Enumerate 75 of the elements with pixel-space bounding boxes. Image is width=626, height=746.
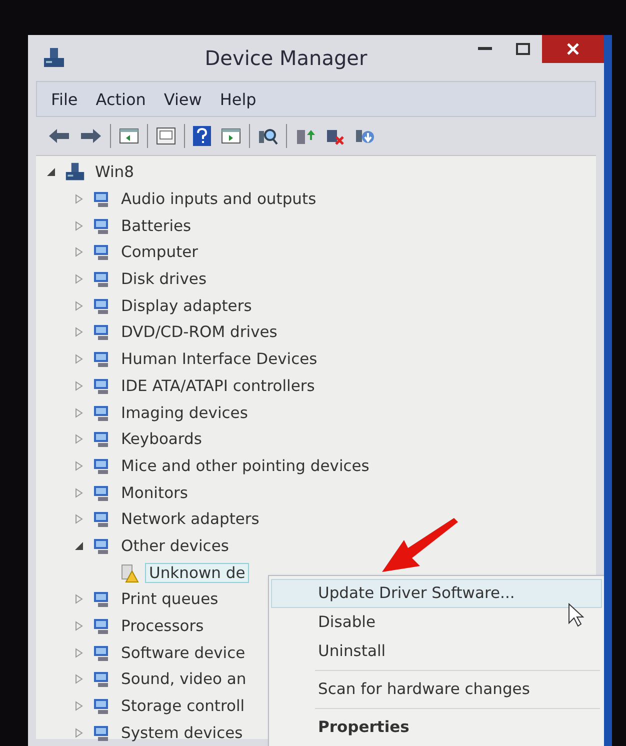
- tree-item[interactable]: Unknown de: [145, 562, 250, 583]
- tree-item[interactable]: Storage controll: [117, 696, 249, 716]
- device-arrow-icon: [295, 127, 315, 145]
- magnifier-icon: [258, 127, 278, 145]
- window-title: Device Manager: [204, 46, 368, 70]
- tree-item[interactable]: Monitors: [117, 482, 192, 503]
- properties-button[interactable]: [154, 125, 178, 147]
- tree-item[interactable]: Win8: [91, 162, 138, 182]
- collapsed-arrow-icon[interactable]: [75, 220, 83, 231]
- collapsed-arrow-icon[interactable]: [75, 728, 83, 738]
- menu-item[interactable]: File: [45, 90, 84, 108]
- tree-item[interactable]: Imaging devices: [117, 402, 252, 423]
- tree-item[interactable]: System devices: [117, 722, 247, 743]
- collapsed-arrow-icon[interactable]: [75, 380, 83, 391]
- context-menu-item[interactable]: Update Driver Software...: [271, 579, 602, 608]
- collapsed-arrow-icon[interactable]: [75, 460, 83, 471]
- menu-item[interactable]: Help: [214, 90, 262, 108]
- tree-item[interactable]: Keyboards: [117, 429, 206, 450]
- tree-item[interactable]: DVD/CD-ROM drives: [117, 322, 282, 342]
- context-menu-item[interactable]: Disable: [271, 608, 602, 637]
- collapsed-arrow-icon[interactable]: [75, 327, 83, 338]
- warning-device-icon: [120, 562, 140, 583]
- tree-item[interactable]: Software device: [117, 642, 250, 663]
- computer-icon: [64, 162, 86, 182]
- collapsed-arrow-icon[interactable]: [75, 594, 83, 604]
- collapsed-arrow-icon[interactable]: [75, 247, 83, 258]
- collapsed-arrow-icon[interactable]: [75, 514, 83, 524]
- right-arrow-icon: [80, 128, 102, 144]
- tree-item[interactable]: IDE ATA/ATAPI controllers: [117, 376, 319, 396]
- collapsed-arrow-icon[interactable]: [75, 488, 83, 498]
- tree-item[interactable]: Other devices: [117, 536, 233, 556]
- collapsed-arrow-icon[interactable]: [75, 300, 83, 311]
- collapsed-arrow-icon[interactable]: [75, 434, 83, 444]
- device-down-arrow-icon: [355, 127, 375, 145]
- device-x-icon: [325, 127, 345, 145]
- collapsed-arrow-icon[interactable]: [75, 354, 83, 364]
- help-button[interactable]: [191, 124, 213, 148]
- context-menu-item[interactable]: Properties: [271, 713, 602, 742]
- close-icon: [566, 42, 580, 56]
- maximize-icon: [516, 43, 530, 55]
- expanded-arrow-icon[interactable]: [75, 542, 83, 550]
- tree-item[interactable]: Sound, video an: [117, 669, 250, 690]
- action-pane-button[interactable]: [219, 126, 243, 146]
- collapsed-arrow-icon[interactable]: [75, 621, 83, 632]
- menu-item[interactable]: View: [158, 90, 208, 108]
- tree-item[interactable]: Audio inputs and outputs: [117, 189, 320, 210]
- left-arrow-icon: [48, 128, 70, 144]
- tree-item[interactable]: Display adapters: [117, 296, 256, 316]
- panel-icon: [119, 128, 139, 144]
- context-menu-item[interactable]: Uninstall: [271, 637, 602, 666]
- expanded-arrow-icon[interactable]: [47, 168, 55, 176]
- collapsed-arrow-icon[interactable]: [75, 648, 83, 658]
- collapsed-arrow-icon[interactable]: [75, 408, 83, 418]
- tree-item[interactable]: Human Interface Devices: [117, 349, 322, 370]
- tree-item[interactable]: Disk drives: [117, 269, 211, 290]
- minimize-icon: [478, 47, 492, 51]
- window-icon: [156, 127, 176, 145]
- computer-icon: [42, 46, 66, 70]
- panel-icon: [221, 128, 241, 144]
- menu-item[interactable]: Action: [90, 90, 152, 108]
- tree-item[interactable]: Computer: [117, 242, 202, 262]
- console-tree-button[interactable]: [117, 126, 141, 146]
- collapsed-arrow-icon[interactable]: [75, 674, 83, 684]
- tree-item[interactable]: Network adapters: [117, 509, 264, 530]
- tree-item[interactable]: Print queues: [117, 589, 222, 610]
- mouse-cursor-icon: [568, 603, 584, 627]
- close-button[interactable]: [542, 35, 604, 63]
- tree-item[interactable]: Batteries: [117, 216, 196, 236]
- tree-item[interactable]: Processors: [117, 616, 208, 636]
- context-menu-item[interactable]: Scan for hardware changes: [271, 675, 602, 704]
- collapsed-arrow-icon[interactable]: [75, 701, 83, 712]
- collapsed-arrow-icon[interactable]: [75, 274, 83, 284]
- help-icon: [193, 126, 211, 146]
- collapsed-arrow-icon[interactable]: [75, 194, 83, 204]
- tree-item[interactable]: Mice and other pointing devices: [117, 456, 374, 476]
